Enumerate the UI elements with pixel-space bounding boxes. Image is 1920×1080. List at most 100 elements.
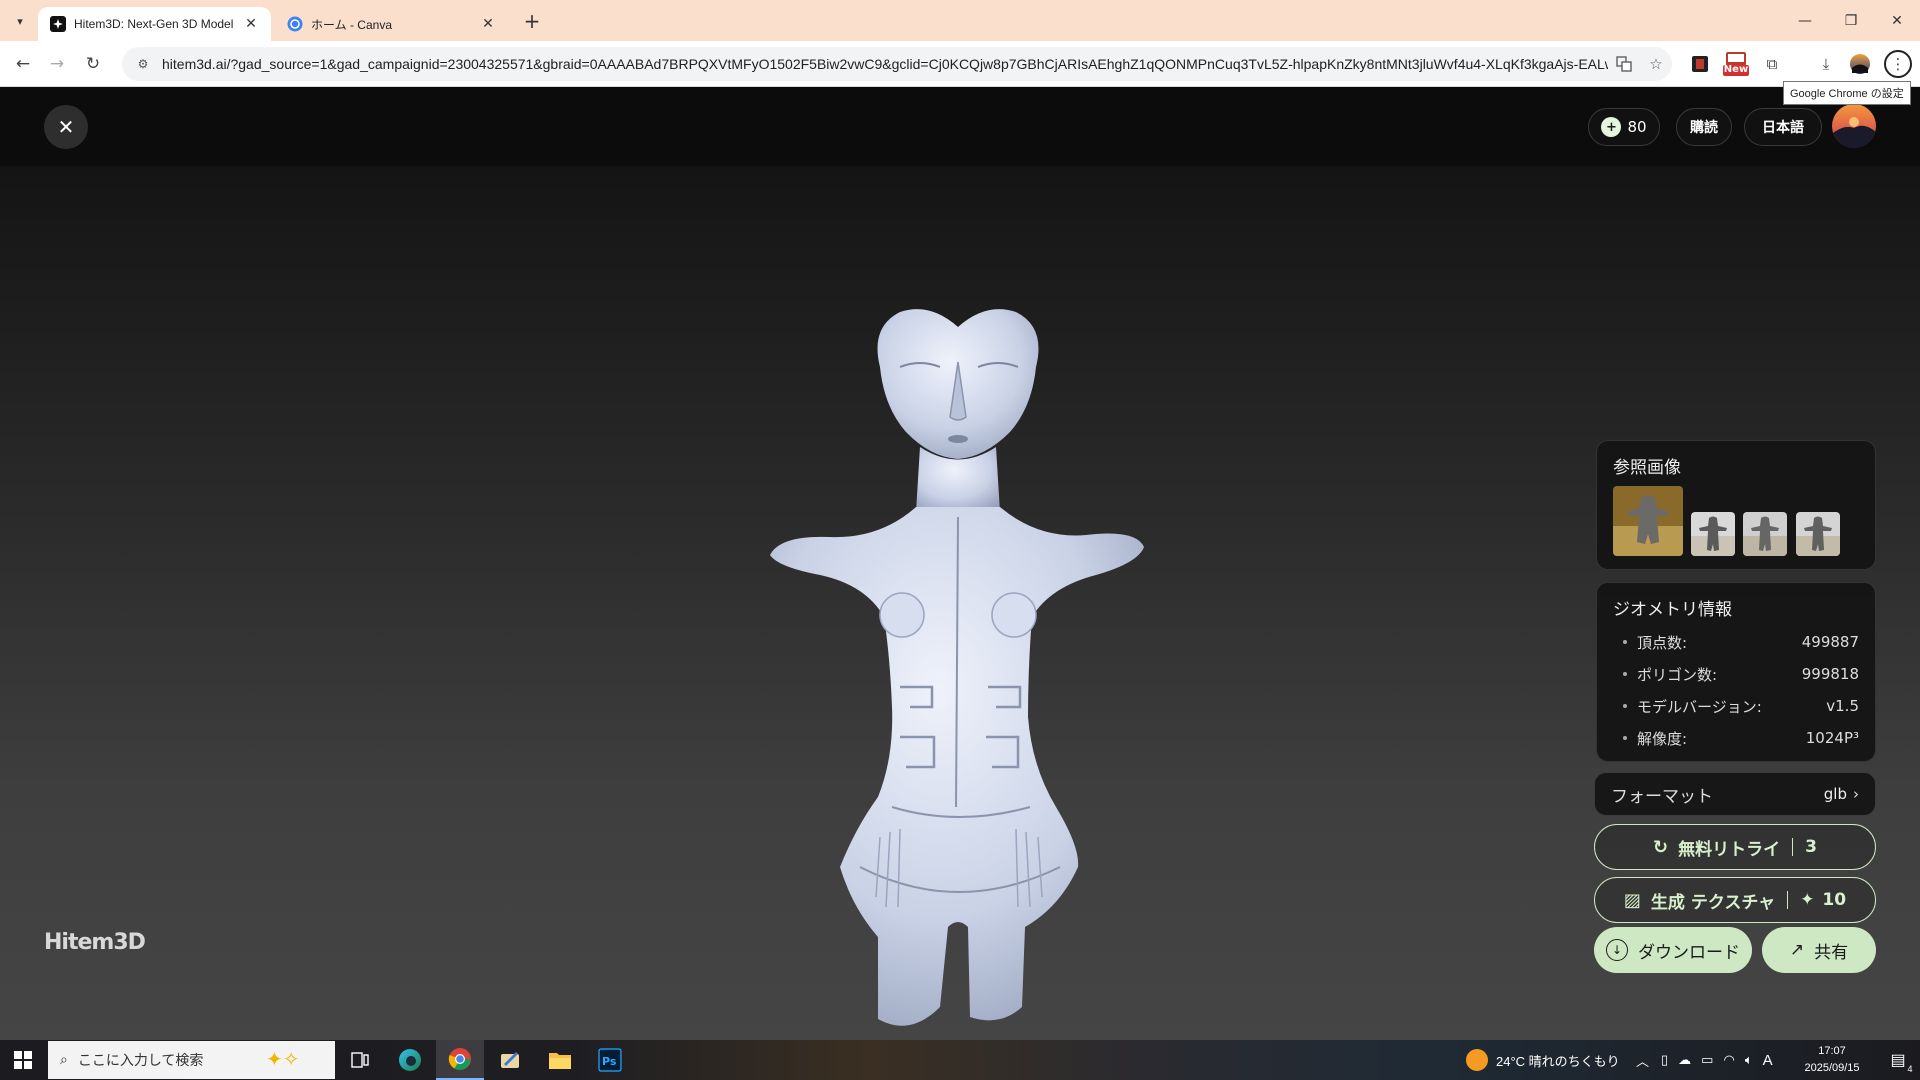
download-icon[interactable]: ⤓ — [1812, 50, 1840, 78]
bullet-icon — [1623, 736, 1627, 740]
address-bar[interactable]: ⚙ hitem3d.ai/?gad_source=1&gad_campaigni… — [122, 47, 1672, 81]
minimize-icon[interactable]: — — [1790, 6, 1820, 36]
reference-thumbnail[interactable] — [1743, 512, 1787, 556]
texture-cost: 10 — [1822, 890, 1847, 910]
reference-thumbnail[interactable] — [1796, 512, 1840, 556]
taskbar-clock[interactable]: 17:07 2025/09/15 — [1792, 1043, 1872, 1077]
start-button[interactable] — [0, 1040, 46, 1080]
site-info-icon[interactable]: ⚙ — [134, 55, 152, 73]
retry-icon: ↻ — [1653, 836, 1669, 858]
weather-sun-cloud-icon — [1466, 1049, 1488, 1071]
free-retry-button[interactable]: ↻ 無料リトライ 3 — [1594, 824, 1876, 870]
svg-text:Ps: Ps — [602, 1055, 617, 1068]
language-button[interactable]: 日本語 — [1744, 108, 1822, 146]
reference-title: 参照画像 — [1613, 458, 1681, 478]
reference-thumbnail[interactable] — [1613, 486, 1683, 556]
download-button[interactable]: ↓ ダウンロード — [1594, 927, 1752, 973]
cloud-icon[interactable]: ☁ — [1678, 1052, 1691, 1068]
clock-time: 17:07 — [1818, 1045, 1846, 1057]
geometry-label: 解像度: — [1637, 729, 1688, 748]
weather-widget[interactable]: 24°C 晴れのちくもり — [1466, 1040, 1620, 1080]
retry-label: 無料リトライ — [1678, 839, 1781, 860]
user-avatar[interactable] — [1832, 104, 1876, 148]
extension-new-icon[interactable]: New — [1720, 50, 1752, 78]
format-label: フォーマット — [1611, 786, 1713, 807]
bullet-icon — [1623, 672, 1627, 676]
geometry-row-vertices: 頂点数: 499887 — [1613, 626, 1859, 658]
translate-icon[interactable] — [1608, 49, 1640, 79]
close-viewer-button[interactable]: ✕ — [44, 105, 88, 149]
language-label: 日本語 — [1762, 120, 1804, 136]
taskbar-search-box[interactable]: ⌕ ここに入力して検索 ✦✧ — [48, 1041, 335, 1079]
browser-toolbar: ← → ↻ ⚙ hitem3d.ai/?gad_source=1&gad_cam… — [0, 41, 1920, 87]
weather-text: 24°C 晴れのちくもり — [1496, 1053, 1620, 1069]
tab-canva[interactable]: ホーム - Canva ✕ — [275, 7, 508, 41]
retry-count: 3 — [1805, 837, 1817, 857]
geometry-label: 頂点数: — [1637, 633, 1688, 652]
reference-thumbnails — [1613, 486, 1859, 558]
chevron-up-icon[interactable]: ︿ — [1636, 1051, 1649, 1070]
generate-texture-button[interactable]: ▨ 生成 テクスチャ ✦ 10 — [1594, 877, 1876, 923]
tab-close-icon[interactable]: ✕ — [480, 16, 496, 32]
url-text[interactable]: hitem3d.ai/?gad_source=1&gad_campaignid=… — [162, 56, 1608, 72]
bookmark-star-icon[interactable]: ☆ — [1640, 49, 1672, 79]
subscribe-button[interactable]: 購読 — [1676, 108, 1732, 146]
geometry-row-model-version: モデルバージョン: v1.5 — [1613, 690, 1859, 722]
window-close-icon[interactable]: ✕ — [1882, 6, 1912, 36]
edge-browser-icon[interactable] — [386, 1040, 434, 1080]
bullet-icon — [1623, 640, 1627, 644]
geometry-row-polygons: ポリゴン数: 999818 — [1613, 658, 1859, 690]
device-icon[interactable]: ▯ — [1661, 1052, 1668, 1068]
windows-taskbar: ⌕ ここに入力して検索 ✦✧ Ps 24°C 晴れのちくもり ︿ ▯ ☁ ▭ ◠… — [0, 1040, 1920, 1080]
format-selector[interactable]: フォーマット glb › — [1594, 772, 1876, 816]
new-tab-plus-icon[interactable]: + — [520, 9, 544, 33]
new-badge: New — [1723, 64, 1749, 75]
restore-icon[interactable]: ❐ — [1836, 6, 1866, 36]
divider — [1787, 891, 1789, 909]
credits-value: 80 — [1627, 118, 1647, 136]
hitem3d-watermark: Hitem3D — [44, 930, 146, 955]
windows-logo-icon — [14, 1051, 32, 1069]
forward-arrow-icon[interactable]: → — [42, 49, 72, 79]
tab-search-button[interactable]: ▾ — [8, 9, 32, 33]
extensions-puzzle-icon[interactable]: ⧉ — [1758, 50, 1786, 78]
profile-avatar-icon[interactable] — [1846, 50, 1874, 78]
share-label: 共有 — [1814, 942, 1849, 963]
extension-red-icon[interactable] — [1686, 50, 1714, 78]
credits-badge[interactable]: + 80 — [1588, 108, 1660, 146]
geometry-value: 499887 — [1801, 633, 1859, 651]
tab-close-icon[interactable]: ✕ — [243, 16, 259, 32]
ime-indicator[interactable]: A — [1763, 1052, 1773, 1069]
reload-icon[interactable]: ↻ — [78, 49, 108, 79]
geometry-row-resolution: 解像度: 1024P³ — [1613, 722, 1859, 754]
geometry-info-card: ジオメトリ情報 頂点数: 499887 ポリゴン数: 999818 モデルバージ… — [1596, 582, 1876, 762]
subscribe-label: 購読 — [1690, 120, 1718, 136]
file-explorer-icon[interactable] — [536, 1040, 584, 1080]
tab-hitem3d[interactable]: Hitem3D: Next-Gen 3D Model C ✕ — [38, 7, 271, 41]
task-view-icon[interactable] — [336, 1040, 384, 1080]
divider — [1792, 838, 1794, 856]
reference-images-card: 参照画像 — [1596, 440, 1876, 570]
chrome-taskbar-icon[interactable] — [436, 1040, 484, 1080]
share-button[interactable]: ↗ 共有 — [1762, 927, 1876, 973]
paint-app-icon[interactable] — [486, 1040, 534, 1080]
reference-thumbnail[interactable] — [1691, 512, 1735, 556]
search-placeholder: ここに入力して検索 — [77, 1053, 204, 1069]
tab-title: ホーム - Canva — [311, 17, 392, 32]
volume-icon[interactable]: 🔈︎ — [1745, 1052, 1753, 1068]
settings-tooltip: Google Chrome の設定 — [1783, 81, 1911, 105]
battery-icon[interactable]: ▭ — [1701, 1052, 1713, 1068]
chevron-right-icon: › — [1853, 785, 1859, 803]
share-icon: ↗ — [1789, 940, 1805, 960]
sparkle-decoration-icon: ✦✧ — [266, 1047, 300, 1071]
notification-center-button[interactable]: ▤ 4 — [1878, 1040, 1918, 1080]
texture-hatch-icon: ▨ — [1623, 889, 1641, 911]
3d-model-dogu-figure[interactable] — [760, 267, 1160, 1047]
clock-date: 2025/09/15 — [1804, 1062, 1860, 1074]
credit-plus-icon: + — [1601, 117, 1622, 137]
geometry-value: 999818 — [1801, 665, 1859, 683]
chrome-menu-icon[interactable]: ⋮ — [1884, 50, 1912, 78]
photoshop-icon[interactable]: Ps — [586, 1040, 634, 1080]
wifi-icon[interactable]: ◠ — [1723, 1052, 1734, 1068]
back-arrow-icon[interactable]: ← — [8, 49, 38, 79]
